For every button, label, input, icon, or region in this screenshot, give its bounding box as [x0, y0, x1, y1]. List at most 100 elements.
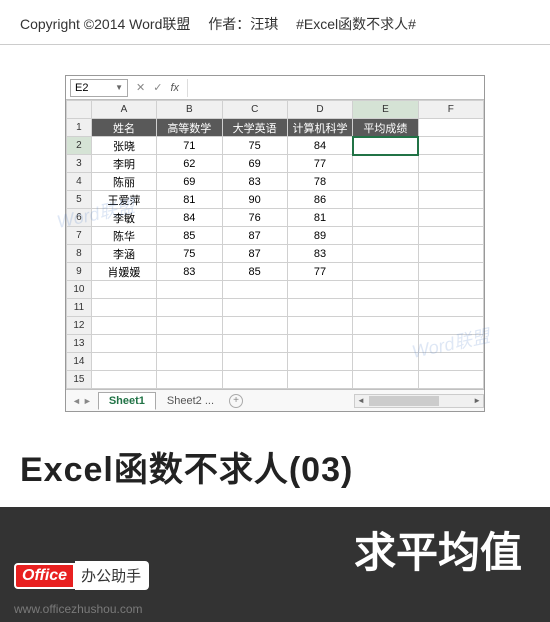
cell[interactable]: 71	[157, 137, 222, 155]
cell[interactable]	[222, 371, 287, 389]
row-header-3[interactable]: 3	[67, 155, 92, 173]
cell[interactable]: 76	[222, 209, 287, 227]
cell[interactable]	[353, 353, 418, 371]
cell[interactable]: 75	[222, 137, 287, 155]
scroll-left-icon[interactable]: ◄	[355, 396, 367, 405]
cell[interactable]	[222, 335, 287, 353]
cell[interactable]	[418, 191, 483, 209]
cell[interactable]	[287, 335, 352, 353]
row-header-10[interactable]: 10	[67, 281, 92, 299]
fx-icon[interactable]: fx	[170, 82, 179, 94]
select-all-corner[interactable]	[67, 101, 92, 119]
col-header-D[interactable]: D	[287, 101, 352, 119]
cell[interactable]	[418, 209, 483, 227]
cell[interactable]	[91, 299, 156, 317]
cell[interactable]	[222, 299, 287, 317]
row-header-4[interactable]: 4	[67, 173, 92, 191]
cell[interactable]	[418, 317, 483, 335]
cell[interactable]	[418, 245, 483, 263]
row-header-1[interactable]: 1	[67, 119, 92, 137]
col-header-B[interactable]: B	[157, 101, 222, 119]
scroll-thumb[interactable]	[369, 396, 439, 406]
sheet-tab-1[interactable]: Sheet1	[98, 392, 156, 410]
cell[interactable]	[353, 299, 418, 317]
cell[interactable]: 陈丽	[91, 173, 156, 191]
cell[interactable]: 81	[287, 209, 352, 227]
cell[interactable]: 王爱萍	[91, 191, 156, 209]
row-header-13[interactable]: 13	[67, 335, 92, 353]
sheet-tab-2[interactable]: Sheet2 ...	[156, 392, 225, 410]
cell[interactable]: 84	[157, 209, 222, 227]
confirm-icon[interactable]: ✓	[153, 81, 162, 94]
cell[interactable]	[222, 317, 287, 335]
cell[interactable]: 77	[287, 155, 352, 173]
cell[interactable]: 张晓	[91, 137, 156, 155]
cell[interactable]	[418, 281, 483, 299]
tab-nav-prev-icon[interactable]: ◄	[72, 396, 81, 406]
cell[interactable]	[91, 281, 156, 299]
cell[interactable]: 肖媛媛	[91, 263, 156, 281]
cell[interactable]: 计算机科学	[287, 119, 352, 137]
cell[interactable]	[222, 353, 287, 371]
cell[interactable]	[91, 371, 156, 389]
row-header-9[interactable]: 9	[67, 263, 92, 281]
cell[interactable]: 李涵	[91, 245, 156, 263]
cell[interactable]: 84	[287, 137, 352, 155]
cell[interactable]: 89	[287, 227, 352, 245]
cell[interactable]: 86	[287, 191, 352, 209]
cell[interactable]	[91, 353, 156, 371]
cell[interactable]: 81	[157, 191, 222, 209]
cell[interactable]	[418, 227, 483, 245]
row-header-7[interactable]: 7	[67, 227, 92, 245]
name-box-dropdown-icon[interactable]: ▼	[115, 83, 123, 92]
cell[interactable]: 陈华	[91, 227, 156, 245]
cell[interactable]	[418, 263, 483, 281]
col-header-E[interactable]: E	[353, 101, 418, 119]
row-header-5[interactable]: 5	[67, 191, 92, 209]
cell[interactable]	[418, 173, 483, 191]
row-header-14[interactable]: 14	[67, 353, 92, 371]
cell[interactable]: 高等数学	[157, 119, 222, 137]
row-header-8[interactable]: 8	[67, 245, 92, 263]
cell[interactable]	[418, 137, 483, 155]
row-header-6[interactable]: 6	[67, 209, 92, 227]
cell[interactable]: 83	[222, 173, 287, 191]
cell[interactable]	[91, 335, 156, 353]
cell[interactable]	[287, 299, 352, 317]
name-box[interactable]: E2 ▼	[70, 79, 128, 97]
cell[interactable]	[353, 371, 418, 389]
cell[interactable]	[157, 317, 222, 335]
cell[interactable]	[418, 155, 483, 173]
cell[interactable]: 李明	[91, 155, 156, 173]
cell[interactable]	[353, 191, 418, 209]
row-header-15[interactable]: 15	[67, 371, 92, 389]
cell[interactable]	[353, 245, 418, 263]
cell[interactable]: 69	[222, 155, 287, 173]
cell[interactable]	[353, 281, 418, 299]
col-header-C[interactable]: C	[222, 101, 287, 119]
cell[interactable]	[353, 227, 418, 245]
cell[interactable]: 77	[287, 263, 352, 281]
cell[interactable]	[418, 335, 483, 353]
cell[interactable]: 姓名	[91, 119, 156, 137]
active-cell[interactable]	[353, 137, 418, 155]
cell[interactable]	[287, 317, 352, 335]
cell[interactable]	[418, 371, 483, 389]
row-header-12[interactable]: 12	[67, 317, 92, 335]
cell[interactable]: 85	[222, 263, 287, 281]
formula-input[interactable]	[187, 79, 484, 97]
add-sheet-button[interactable]: +	[229, 394, 243, 408]
spreadsheet-grid[interactable]: A B C D E F 1 姓名 高等数学 大学英语 计算机科学 平均成绩 2 …	[66, 100, 484, 389]
col-header-A[interactable]: A	[91, 101, 156, 119]
cell[interactable]	[157, 299, 222, 317]
cell[interactable]: 83	[287, 245, 352, 263]
cell[interactable]	[287, 353, 352, 371]
cell[interactable]: 90	[222, 191, 287, 209]
cell[interactable]	[91, 317, 156, 335]
row-header-11[interactable]: 11	[67, 299, 92, 317]
cell[interactable]	[287, 281, 352, 299]
cell[interactable]: 78	[287, 173, 352, 191]
scroll-right-icon[interactable]: ►	[471, 396, 483, 405]
cell[interactable]: 75	[157, 245, 222, 263]
cell[interactable]: 李敏	[91, 209, 156, 227]
